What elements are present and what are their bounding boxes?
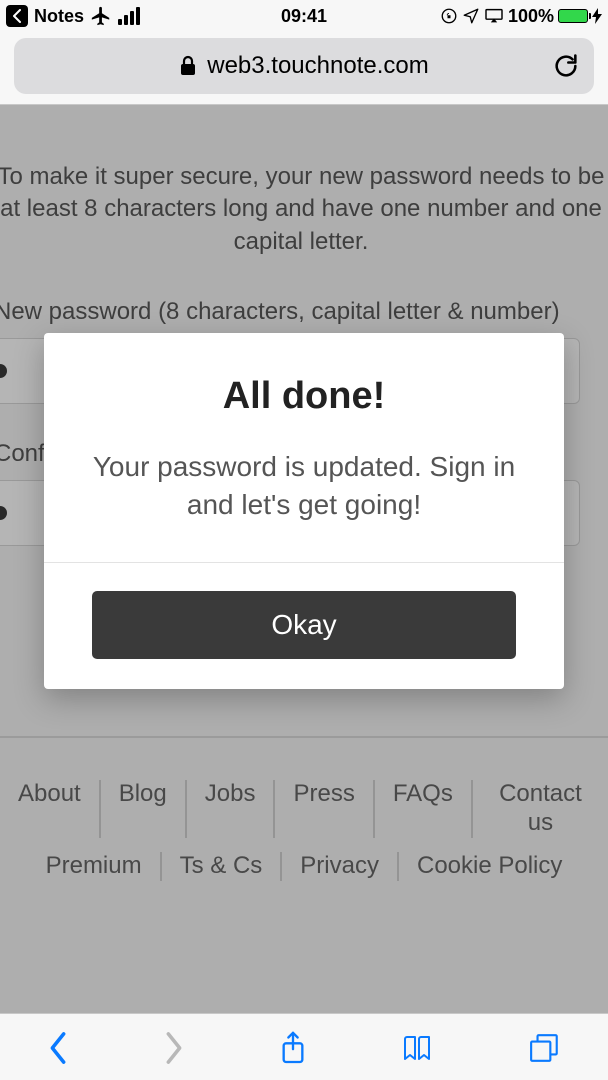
browser-chrome: web3.touchnote.com xyxy=(0,32,608,105)
url-text: web3.touchnote.com xyxy=(207,52,428,80)
url-bar[interactable]: web3.touchnote.com xyxy=(14,38,594,94)
back-icon[interactable] xyxy=(47,1031,69,1065)
tabs-icon[interactable] xyxy=(529,1033,561,1063)
airplay-icon xyxy=(484,8,504,24)
back-chevron-badge-icon[interactable] xyxy=(6,5,28,27)
forward-icon xyxy=(163,1031,185,1065)
orientation-lock-icon xyxy=(440,7,458,25)
safari-toolbar xyxy=(0,1013,608,1080)
share-icon[interactable] xyxy=(279,1030,307,1066)
modal-title: All done! xyxy=(74,375,534,418)
location-icon xyxy=(462,7,480,25)
battery-icon xyxy=(558,9,588,23)
airplane-mode-icon xyxy=(90,5,112,27)
cell-signal-icon xyxy=(118,7,140,25)
ios-status-bar: Notes 09:41 100% xyxy=(0,0,608,32)
success-modal: All done! Your password is updated. Sign… xyxy=(44,333,564,689)
lock-icon xyxy=(179,55,197,77)
back-to-app-label[interactable]: Notes xyxy=(34,6,84,27)
charging-bolt-icon xyxy=(592,8,602,24)
okay-button[interactable]: Okay xyxy=(92,591,516,659)
clock: 09:41 xyxy=(281,6,327,27)
battery-percent: 100% xyxy=(508,6,554,27)
refresh-icon[interactable] xyxy=(552,51,580,81)
bookmarks-icon[interactable] xyxy=(401,1033,435,1063)
modal-body: Your password is updated. Sign in and le… xyxy=(44,438,564,562)
